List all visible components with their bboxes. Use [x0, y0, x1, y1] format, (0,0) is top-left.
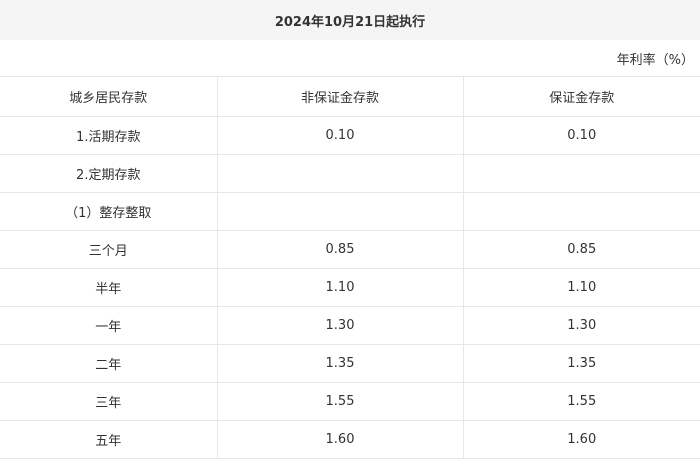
row-label: 五年	[0, 420, 217, 459]
table-row: 三年 1.55 1.55	[0, 382, 700, 421]
non-margin-rate: 1.35	[216, 344, 463, 383]
column-header-deposit-type: 城乡居民存款	[0, 77, 217, 117]
table-row: 一年 1.30 1.30	[0, 306, 700, 345]
non-margin-rate: 1.30	[216, 306, 463, 345]
unit-label: 年利率（%）	[616, 52, 694, 68]
non-margin-rate	[216, 192, 463, 231]
deposit-rate-table: 城乡居民存款 非保证金存款 保证金存款 1.活期存款 0.10 0.10 2.定…	[0, 77, 700, 459]
non-margin-rate: 1.10	[216, 268, 463, 307]
table-row: 2.定期存款	[0, 154, 700, 193]
margin-rate: 1.10	[462, 268, 700, 307]
margin-rate	[462, 154, 700, 193]
margin-rate: 0.85	[462, 230, 700, 269]
margin-rate: 1.60	[462, 420, 700, 459]
rate-table-page: 2024年10月21日起执行 年利率（%） 城乡居民存款 非保证金存款 保证金存…	[0, 0, 700, 463]
table-row: 半年 1.10 1.10	[0, 268, 700, 307]
column-header-margin: 保证金存款	[462, 77, 700, 117]
row-label: 二年	[0, 344, 217, 383]
margin-rate: 1.30	[462, 306, 700, 345]
row-label: 一年	[0, 306, 217, 345]
row-label: 三个月	[0, 230, 217, 269]
row-label: 1.活期存款	[0, 116, 217, 155]
non-margin-rate	[216, 154, 463, 193]
margin-rate: 1.55	[462, 382, 700, 421]
row-label: 2.定期存款	[0, 154, 217, 193]
column-header-non-margin: 非保证金存款	[216, 77, 463, 117]
margin-rate: 1.35	[462, 344, 700, 383]
table-row: 1.活期存款 0.10 0.10	[0, 116, 700, 155]
table-row: 二年 1.35 1.35	[0, 344, 700, 383]
non-margin-rate: 1.55	[216, 382, 463, 421]
table-row: 三个月 0.85 0.85	[0, 230, 700, 269]
margin-rate	[462, 192, 700, 231]
table-row: 五年 1.60 1.60	[0, 420, 700, 459]
row-label: 半年	[0, 268, 217, 307]
non-margin-rate: 0.10	[216, 116, 463, 155]
table-title: 2024年10月21日起执行	[0, 0, 700, 40]
row-label: （1）整存整取	[0, 192, 217, 231]
margin-rate: 0.10	[462, 116, 700, 155]
unit-label-row: 年利率（%）	[0, 40, 700, 77]
non-margin-rate: 1.60	[216, 420, 463, 459]
non-margin-rate: 0.85	[216, 230, 463, 269]
table-row: （1）整存整取	[0, 192, 700, 231]
table-header-row: 城乡居民存款 非保证金存款 保证金存款	[0, 77, 700, 117]
row-label: 三年	[0, 382, 217, 421]
